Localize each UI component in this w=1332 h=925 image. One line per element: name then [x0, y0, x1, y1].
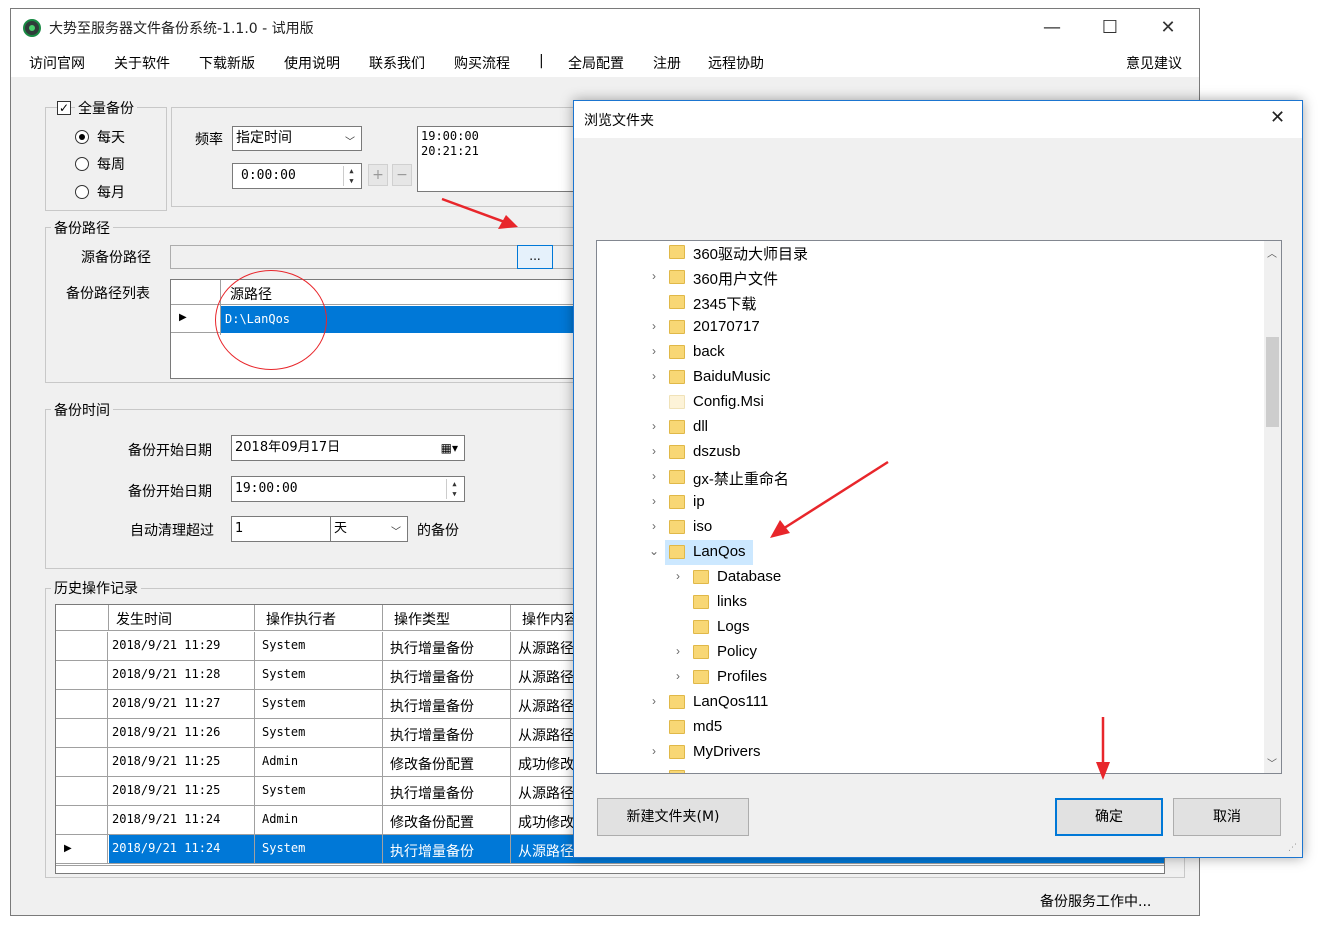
tree-node[interactable]: › dll — [647, 416, 1147, 440]
chevron-right-icon[interactable]: › — [647, 369, 661, 383]
chevron-right-icon[interactable]: › — [671, 669, 685, 683]
folder-icon — [669, 245, 685, 259]
tree-node-label[interactable]: BaiduMusic — [693, 368, 771, 385]
folder-icon — [669, 495, 685, 509]
chevron-right-icon[interactable]: › — [647, 319, 661, 333]
dialog-close-button[interactable]: ✕ — [1270, 107, 1285, 128]
tree-node-label[interactable]: links — [717, 593, 747, 610]
tree-node-label[interactable]: dszusb — [693, 443, 741, 460]
tree-node[interactable]: md5 — [647, 716, 1147, 740]
tree-node[interactable]: › Database — [671, 566, 1171, 590]
folder-icon — [669, 470, 685, 484]
tree-node-label[interactable]: 20170717 — [693, 318, 760, 335]
tree-node[interactable]: › back — [647, 341, 1147, 365]
tree-node[interactable]: 2345下载 — [647, 291, 1147, 315]
scroll-thumb[interactable] — [1266, 337, 1279, 427]
chevron-right-icon[interactable]: › — [647, 494, 661, 508]
tree-node-label[interactable]: MyDrivers — [693, 743, 761, 760]
folder-icon — [669, 720, 685, 734]
chevron-right-icon[interactable]: › — [647, 419, 661, 433]
arrow-to-browse — [441, 197, 511, 226]
chevron-down-icon[interactable]: ⌄ — [647, 544, 661, 558]
cancel-button[interactable]: 取消 — [1173, 798, 1281, 836]
tree-node[interactable]: links — [671, 591, 1171, 615]
tree-node[interactable]: › iso — [647, 516, 1147, 540]
tree-node[interactable]: › gx-禁止重命名 — [647, 466, 1147, 490]
tree-node[interactable]: › 20170717 — [647, 316, 1147, 340]
tree-node[interactable]: › ip — [647, 491, 1147, 515]
folder-icon — [669, 695, 685, 709]
chevron-right-icon[interactable]: › — [647, 519, 661, 533]
tree-node[interactable]: › dszusb — [647, 441, 1147, 465]
folder-tree[interactable]: 360驱动大师目录 › 360用户文件 2345下载 › 20170717 › back › Ba… — [596, 240, 1282, 774]
tree-scrollbar[interactable]: ︿ ﹀ — [1264, 241, 1281, 773]
folder-icon — [669, 745, 685, 759]
browse-folder-dialog: 浏览文件夹 ✕ 360驱动大师目录 › 360用户文件 2345下载 › 20170717… — [573, 100, 1303, 858]
folder-icon — [669, 520, 685, 534]
folder-icon — [669, 270, 685, 284]
chevron-right-icon[interactable]: › — [671, 644, 685, 658]
tree-node-label[interactable]: md5 — [693, 718, 722, 735]
chevron-right-icon[interactable]: › — [647, 344, 661, 358]
folder-icon — [669, 770, 685, 773]
chevron-right-icon[interactable]: › — [647, 694, 661, 708]
tree-node[interactable]: › LanQos111 — [647, 691, 1147, 715]
tree-node[interactable]: Logs — [671, 616, 1171, 640]
tree-node-label[interactable]: dll — [693, 418, 708, 435]
chevron-right-icon[interactable]: › — [647, 469, 661, 483]
tree-node[interactable]: › MyDrivers — [647, 741, 1147, 765]
tree-node-label[interactable]: gx-禁止重命名 — [693, 468, 789, 489]
folder-icon — [669, 320, 685, 334]
folder-icon — [693, 645, 709, 659]
folder-icon — [693, 595, 709, 609]
tree-node-label[interactable]: back — [693, 343, 725, 360]
tree-node-label[interactable]: 2345下载 — [693, 293, 756, 314]
scroll-up-icon[interactable]: ︿ — [1267, 245, 1277, 260]
tree-node-label[interactable]: 360驱动大师目录 — [693, 243, 808, 264]
dialog-title: 浏览文件夹 — [584, 113, 654, 129]
tree-node-label[interactable]: Policy — [717, 643, 757, 660]
folder-icon — [693, 620, 709, 634]
chevron-right-icon[interactable]: › — [647, 744, 661, 758]
tree-node-label[interactable]: 360用户文件 — [693, 268, 778, 289]
chevron-right-icon[interactable]: › — [647, 269, 661, 283]
tree-node-label[interactable]: LanQos111 — [693, 693, 768, 710]
resize-grip-icon[interactable]: ⋰ — [1288, 843, 1297, 853]
tree-node[interactable]: › 360用户文件 — [647, 266, 1147, 290]
tree-node-label[interactable]: Profiles — [717, 668, 767, 685]
scroll-down-icon[interactable]: ﹀ — [1267, 755, 1277, 770]
folder-icon — [669, 295, 685, 309]
folder-icon — [669, 370, 685, 384]
tree-node[interactable]: › Policy — [671, 641, 1171, 665]
folder-icon — [669, 345, 685, 359]
chevron-right-icon[interactable]: › — [647, 444, 661, 458]
tree-node[interactable]: › BaiduMusic — [647, 366, 1147, 390]
tree-node[interactable]: 360驱动大师目录 — [647, 241, 1147, 265]
tree-node[interactable]: ⌄ LanQos — [647, 540, 1147, 565]
folder-icon — [669, 420, 685, 434]
folder-icon — [669, 395, 685, 409]
dialog-title-bar: 浏览文件夹 ✕ — [574, 101, 1302, 138]
ok-button[interactable]: 确定 — [1055, 798, 1163, 836]
tree-node-label[interactable]: ip — [693, 493, 705, 510]
new-folder-button[interactable]: 新建文件夹(M) — [597, 798, 749, 836]
folder-icon — [693, 570, 709, 584]
tree-node-label[interactable]: Database — [717, 568, 781, 585]
tree-node-partial — [647, 766, 747, 773]
tree-node-label[interactable]: LanQos — [693, 543, 746, 560]
tree-node-label[interactable]: iso — [693, 518, 712, 535]
folder-icon — [693, 670, 709, 684]
tree-node[interactable]: Config.Msi — [647, 391, 1147, 415]
tree-node-label[interactable]: Config.Msi — [693, 393, 764, 410]
tree-node-label[interactable]: Logs — [717, 618, 750, 635]
folder-icon — [669, 445, 685, 459]
folder-icon — [669, 545, 685, 559]
tree-node[interactable]: › Profiles — [671, 666, 1171, 690]
chevron-right-icon[interactable]: › — [671, 569, 685, 583]
